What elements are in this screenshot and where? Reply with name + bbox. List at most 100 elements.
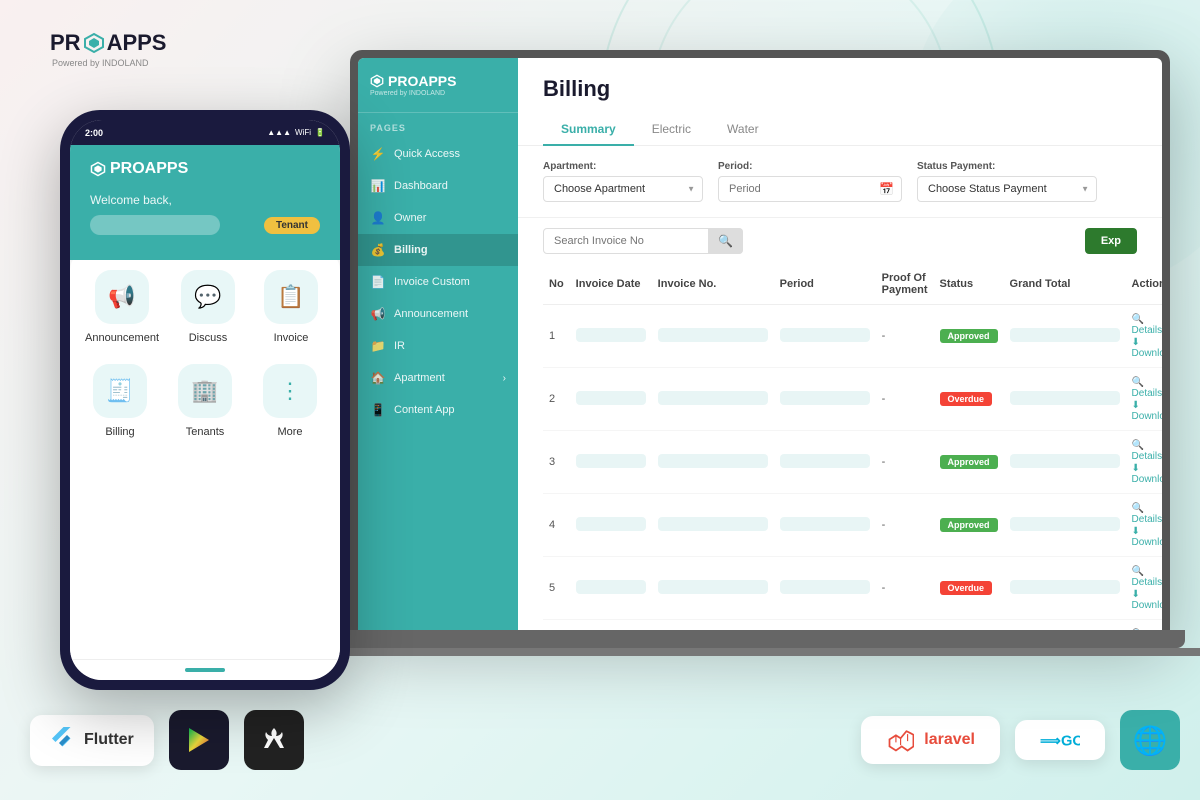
sidebar-item-ir[interactable]: 📁 IR bbox=[358, 330, 518, 362]
filter-row: Apartment: Choose Apartment Period: 📅 bbox=[518, 146, 1162, 218]
phone-user-bar: Tenant bbox=[90, 215, 320, 235]
cell-status: Approved bbox=[934, 431, 1004, 494]
cell-status: Approved bbox=[934, 494, 1004, 557]
google-play-icon bbox=[183, 724, 215, 756]
sidebar-logo-icon bbox=[370, 74, 384, 88]
status-select-wrapper: Choose Status Payment bbox=[917, 176, 1097, 202]
download-link[interactable]: ⬇ Download bbox=[1132, 337, 1162, 359]
sidebar-item-billing[interactable]: 💰 Billing bbox=[358, 234, 518, 266]
cell-proof: - bbox=[876, 368, 934, 431]
status-badge: Overdue bbox=[940, 581, 993, 595]
signal-icon: ▲▲▲ bbox=[267, 128, 291, 137]
th-total: Grand Total bbox=[1004, 264, 1126, 305]
cell-period bbox=[774, 431, 876, 494]
date-skeleton bbox=[576, 580, 646, 594]
content-app-icon: 📱 bbox=[370, 403, 386, 417]
phone-user-name-skeleton bbox=[90, 215, 220, 235]
details-link[interactable]: 🔍 Details bbox=[1132, 566, 1162, 588]
date-skeleton bbox=[576, 517, 646, 531]
total-skeleton bbox=[1010, 517, 1120, 531]
world-badge[interactable]: 🌐 bbox=[1120, 710, 1180, 770]
invoice-label: Invoice bbox=[274, 332, 309, 344]
download-link[interactable]: ⬇ Download bbox=[1132, 400, 1162, 422]
export-button[interactable]: Exp bbox=[1085, 228, 1137, 254]
date-skeleton bbox=[576, 328, 646, 342]
period-skeleton bbox=[780, 580, 870, 594]
sidebar-item-owner[interactable]: 👤 Owner bbox=[358, 202, 518, 234]
period-input[interactable] bbox=[718, 176, 902, 202]
tab-summary[interactable]: Summary bbox=[543, 114, 634, 146]
th-date: Invoice Date bbox=[570, 264, 652, 305]
sidebar-item-apartment[interactable]: 🏠 Apartment › bbox=[358, 362, 518, 394]
invoice-skeleton bbox=[658, 328, 768, 342]
laptop-main-content: Billing Summary Electric Water Apartment… bbox=[518, 58, 1162, 630]
flutter-svg bbox=[50, 725, 74, 749]
app-store-badge[interactable] bbox=[244, 710, 304, 770]
period-filter-label: Period: bbox=[718, 161, 902, 172]
details-link[interactable]: 🔍 Details bbox=[1132, 440, 1162, 462]
calendar-icon[interactable]: 📅 bbox=[879, 182, 894, 196]
phone-outer: 2:00 ▲▲▲ WiFi 🔋 PROAPPS Welcome back, bbox=[60, 110, 350, 690]
cell-no: 5 bbox=[543, 557, 570, 620]
tab-water[interactable]: Water bbox=[709, 114, 777, 146]
cell-no: 4 bbox=[543, 494, 570, 557]
flutter-label: Flutter bbox=[84, 731, 134, 749]
owner-icon: 👤 bbox=[370, 211, 386, 225]
sidebar-item-invoice-custom[interactable]: 📄 Invoice Custom bbox=[358, 266, 518, 298]
phone-icon-more[interactable]: ⋮ More bbox=[255, 364, 325, 438]
sidebar-item-quick-access[interactable]: ⚡ Quick Access bbox=[358, 138, 518, 170]
logo-apps: APPS bbox=[107, 30, 167, 56]
th-period: Period bbox=[774, 264, 876, 305]
details-link[interactable]: 🔍 Details bbox=[1132, 629, 1162, 630]
table-body: 1 - Approved 🔍 Details ⬇ Download 2 - Ov… bbox=[543, 305, 1162, 631]
google-play-badge[interactable] bbox=[169, 710, 229, 770]
phone-icon-billing[interactable]: 🧾 Billing bbox=[85, 364, 155, 438]
phone-logo-text: PROAPPS bbox=[110, 160, 188, 178]
laptop-sidebar: PROAPPS Powered by INDOLAND PAGES ⚡ Quic… bbox=[358, 58, 518, 630]
cell-proof: - bbox=[876, 557, 934, 620]
tab-electric[interactable]: Electric bbox=[634, 114, 709, 146]
status-badge: Approved bbox=[940, 518, 998, 532]
cell-date bbox=[570, 368, 652, 431]
download-link[interactable]: ⬇ Download bbox=[1132, 526, 1162, 548]
period-input-wrapper: 📅 bbox=[718, 176, 902, 202]
sidebar-item-dashboard[interactable]: 📊 Dashboard bbox=[358, 170, 518, 202]
phone-icon-tenants[interactable]: 🏢 Tenants bbox=[170, 364, 240, 438]
laptop-mockup: PROAPPS Powered by INDOLAND PAGES ⚡ Quic… bbox=[350, 50, 1200, 656]
cell-invoice bbox=[652, 305, 774, 368]
svg-text:⟹GO: ⟹GO bbox=[1040, 733, 1080, 749]
sidebar-label-invoice-custom: Invoice Custom bbox=[394, 276, 470, 288]
details-link[interactable]: 🔍 Details bbox=[1132, 503, 1162, 525]
cell-status: Overdue bbox=[934, 368, 1004, 431]
cell-status: Overdue bbox=[934, 620, 1004, 631]
phone-icon-invoice[interactable]: 📋 Invoice bbox=[257, 270, 325, 344]
flutter-badge: Flutter bbox=[30, 715, 154, 766]
sidebar-label-owner: Owner bbox=[394, 212, 426, 224]
status-select[interactable]: Choose Status Payment bbox=[917, 176, 1097, 202]
sidebar-item-content-app[interactable]: 📱 Content App bbox=[358, 394, 518, 426]
billing-tabs: Summary Electric Water bbox=[543, 114, 1137, 145]
details-link[interactable]: 🔍 Details bbox=[1132, 314, 1162, 336]
apartment-select[interactable]: Choose Apartment bbox=[543, 176, 703, 202]
laptop-base-bottom bbox=[310, 648, 1200, 656]
download-link[interactable]: ⬇ Download bbox=[1132, 589, 1162, 611]
phone-icon-announcement[interactable]: 📢 Announcement bbox=[85, 270, 159, 344]
sidebar-label-quick-access: Quick Access bbox=[394, 148, 460, 160]
phone-icon-discuss[interactable]: 💬 Discuss bbox=[174, 270, 242, 344]
filter-status: Status Payment: Choose Status Payment bbox=[917, 161, 1097, 202]
cell-action: 🔍 Details ⬇ Download bbox=[1126, 494, 1162, 557]
sidebar-item-announcement[interactable]: 📢 Announcement bbox=[358, 298, 518, 330]
sidebar-powered-by: Powered by INDOLAND bbox=[370, 90, 506, 97]
details-link[interactable]: 🔍 Details bbox=[1132, 377, 1162, 399]
total-skeleton bbox=[1010, 580, 1120, 594]
announcement-sidebar-icon: 📢 bbox=[370, 307, 386, 321]
nav-indicator bbox=[185, 668, 225, 672]
phone-logo-icon bbox=[90, 161, 106, 177]
table-row: 3 - Approved 🔍 Details ⬇ Download bbox=[543, 431, 1162, 494]
ir-icon: 📁 bbox=[370, 339, 386, 353]
table-row: 5 - Overdue 🔍 Details ⬇ Download bbox=[543, 557, 1162, 620]
download-link[interactable]: ⬇ Download bbox=[1132, 463, 1162, 485]
phone-welcome-text: Welcome back, bbox=[90, 193, 320, 207]
search-button[interactable]: 🔍 bbox=[708, 228, 743, 254]
cell-total bbox=[1004, 368, 1126, 431]
